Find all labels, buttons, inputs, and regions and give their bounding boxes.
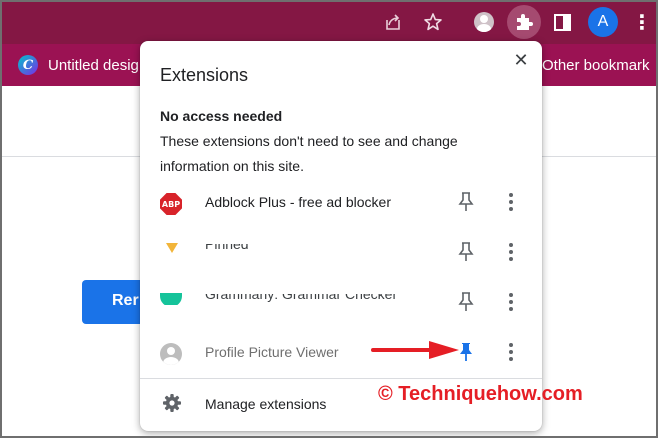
extension-row-pinned[interactable]: Pinned [140, 229, 542, 277]
more-vert-icon[interactable] [506, 291, 516, 313]
more-vert-icon[interactable] [506, 191, 516, 213]
profile-icon[interactable] [470, 8, 498, 36]
section-heading: No access needed [160, 108, 283, 124]
bookmark-star-icon[interactable] [419, 8, 447, 36]
avatar[interactable]: A [588, 7, 618, 37]
bookmark-label: Untitled desig [48, 56, 139, 74]
grammarly-icon [160, 293, 182, 305]
manage-extensions-label: Manage extensions [205, 396, 327, 412]
section-description: These extensions don't need to see and c… [160, 133, 458, 174]
more-vert-icon[interactable] [506, 341, 516, 363]
extension-name: Grammarly: Grammar Checker [205, 294, 398, 302]
pin-icon[interactable] [456, 191, 476, 213]
bookmark-label: Other bookmark [542, 56, 650, 74]
annotation-arrow-icon [371, 339, 461, 361]
browser-toolbar: A ⋮ [0, 0, 658, 44]
popup-title: Extensions [160, 65, 249, 85]
extension-row-grammarly[interactable]: Grammarly: Grammar Checker [140, 279, 542, 327]
side-panel-icon[interactable] [548, 8, 576, 36]
extensions-popup: Extensions ✕ No access needed These exte… [140, 41, 542, 431]
extension-row-adblock[interactable]: ABP Adblock Plus - free ad blocker [140, 179, 542, 227]
pinned-icon [160, 243, 182, 253]
close-icon[interactable]: ✕ [510, 50, 532, 72]
pin-icon[interactable] [456, 291, 476, 313]
more-vert-icon[interactable]: ⋮ [628, 8, 656, 36]
bookmark-other-bookmarks[interactable]: Other bookmark [542, 53, 650, 77]
puzzle-icon[interactable] [507, 5, 541, 39]
share-icon[interactable] [379, 8, 407, 36]
gear-icon [162, 393, 182, 413]
bookmark-untitled-design[interactable]: C Untitled desig [18, 53, 139, 77]
extension-row-profile-picture-viewer[interactable]: Profile Picture Viewer [140, 329, 542, 377]
abp-icon: ABP [160, 193, 182, 215]
more-vert-icon[interactable] [506, 241, 516, 263]
extension-name: Profile Picture Viewer [205, 344, 339, 360]
extension-name: Pinned [205, 244, 249, 252]
extension-name: Adblock Plus - free ad blocker [205, 194, 391, 210]
canva-logo: C [18, 55, 38, 75]
popup-divider [140, 378, 542, 379]
pin-icon[interactable] [456, 241, 476, 263]
profile-picture-icon [160, 343, 182, 365]
watermark: © Techniquehow.com [378, 383, 583, 405]
